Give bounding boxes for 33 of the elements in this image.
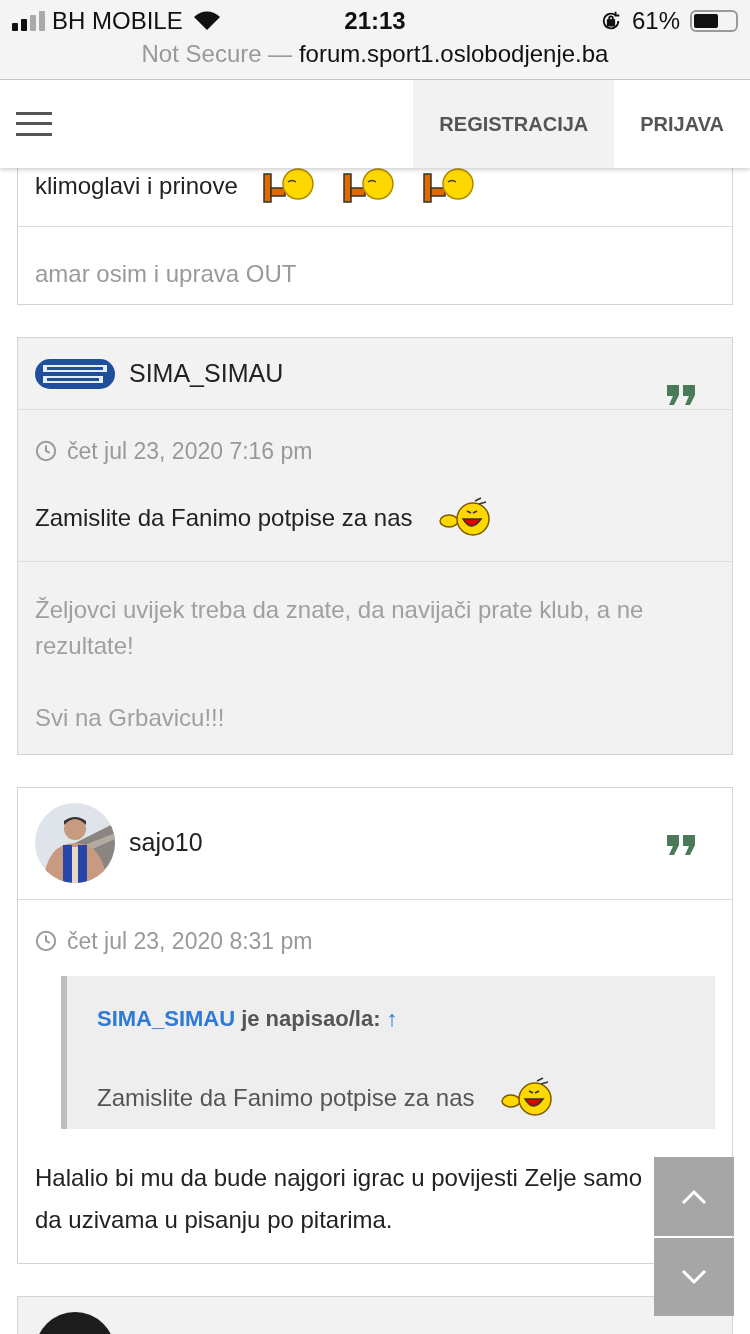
chevron-up-icon <box>681 1188 707 1205</box>
wifi-icon <box>192 11 221 31</box>
address-security: Not Secure — <box>141 40 294 67</box>
quote-author-link[interactable]: SIMA_SIMAU <box>97 1002 236 1035</box>
chevron-down-icon <box>681 1269 707 1285</box>
laughing-smiley-icon <box>498 1077 555 1119</box>
signature-text: amar osim i uprava OUT <box>35 259 298 289</box>
battery-percent: 61% <box>631 6 680 36</box>
clock-icon <box>35 929 57 952</box>
carrier-name: BH MOBILE <box>52 6 183 36</box>
post-text: klimoglavi i prinove <box>35 171 238 201</box>
nav-link[interactable]: PRIJAVA <box>614 80 750 168</box>
nav-link[interactable]: REGISTRACIJA <box>413 80 615 168</box>
signal-icon <box>12 11 46 31</box>
post-date: čet jul 23, 2020 7:16 pm <box>67 437 313 466</box>
signature-text: Svi na Grbavicu!!! <box>35 702 226 733</box>
username[interactable]: sajo10 <box>129 824 203 862</box>
laughing-smiley-icon <box>436 496 493 539</box>
battery-icon <box>690 10 738 32</box>
post-text: Halalio bi mu da bude najgori igrac u povijesti Zelje samo da uzivama u pisanju po pitarima. <box>35 1163 643 1235</box>
signature-text: Željovci uvijek treba da znate, da navijači prate klub, a ne rezultate! <box>35 594 645 661</box>
menu-icon <box>16 112 52 136</box>
post-text: Zamislite da Fanimo potpise za nas <box>97 1083 475 1113</box>
clock-time: 21:13 <box>344 6 406 36</box>
address-domain[interactable]: forum.sport1.oslobodjenje.ba <box>298 40 609 67</box>
clock-icon <box>35 440 57 463</box>
username[interactable]: SIMA_SIMAU <box>129 354 284 393</box>
quote-label: je napisao/la: <box>241 1005 381 1033</box>
quote-icon[interactable] <box>666 384 696 406</box>
quote-icon[interactable] <box>666 833 696 856</box>
jump-link[interactable]: ↑ <box>386 1002 398 1035</box>
post-text: Zamislite da Fanimo potpise za nas <box>35 502 413 533</box>
post-date: čet jul 23, 2020 8:31 pm <box>67 926 313 956</box>
